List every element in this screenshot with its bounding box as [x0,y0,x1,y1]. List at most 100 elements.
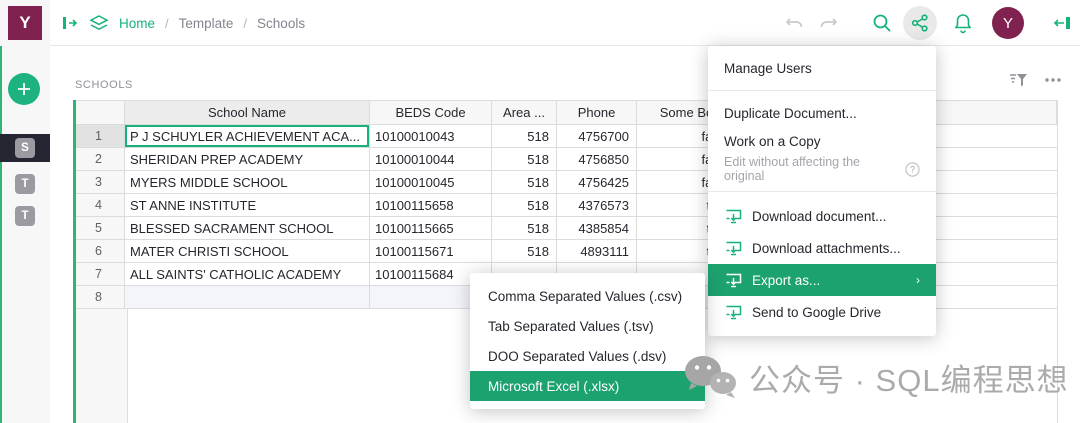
cell-area-code[interactable]: 518 [492,148,557,170]
cell-beds-code[interactable]: 10100115671 [370,240,492,262]
page-initial: T [15,206,35,226]
cell-school-name[interactable]: MYERS MIDDLE SCHOOL [125,171,370,193]
open-left-panel-icon[interactable] [62,15,79,31]
menu-item-download-document[interactable]: Download document... [708,200,936,232]
search-icon[interactable] [870,11,894,35]
cell-phone[interactable]: 4756850 [557,148,637,170]
breadcrumb-separator: / [165,16,169,31]
cell-phone[interactable]: 4376573 [557,194,637,216]
cell-phone[interactable]: 4893111 [557,240,637,262]
section-toolbar [1009,72,1062,88]
top-header: Y Home / Template / Schools [0,0,1080,46]
bell-icon[interactable] [951,11,975,35]
org-logo[interactable]: Y [8,6,42,40]
cell-beds-code[interactable]: 10100010045 [370,171,492,193]
download-icon [724,207,742,225]
menu-item-label: Comma Separated Values (.csv) [488,289,687,304]
breadcrumb-workspace[interactable]: Template [179,16,234,31]
row-number-header[interactable] [73,101,125,124]
redo-icon[interactable] [816,11,840,35]
menu-item-label: Send to Google Drive [752,305,920,320]
cell-area-code[interactable]: 518 [492,171,557,193]
cell-beds-code[interactable]: 10100115665 [370,217,492,239]
column-header-beds-code[interactable]: BEDS Code [370,101,492,124]
row-number[interactable]: 6 [73,240,125,262]
export-submenu: Comma Separated Values (.csv) Tab Separa… [470,273,705,409]
cell-school-name[interactable]: BLESSED SACRAMENT SCHOOL [125,217,370,239]
menu-item-label: Duplicate Document... [724,106,920,121]
menu-hint-label: Edit without affecting the original [724,155,897,183]
cell-area-code[interactable]: 518 [492,194,557,216]
breadcrumb-home[interactable]: Home [119,16,155,31]
menu-item-send-to-google-drive[interactable]: Send to Google Drive [708,296,936,328]
row-number[interactable]: 3 [73,171,125,193]
submenu-item-dsv[interactable]: DOO Separated Values (.dsv) [470,341,705,371]
menu-item-work-on-copy[interactable]: Work on a Copy [708,127,936,155]
download-icon [724,271,742,289]
row-number[interactable]: 2 [73,148,125,170]
row-number[interactable]: 4 [73,194,125,216]
left-rail-accent [0,46,2,423]
menu-item-label: DOO Separated Values (.dsv) [488,349,687,364]
sidebar-page-t2[interactable]: T [0,202,50,230]
undo-icon[interactable] [783,11,807,35]
column-header-school-name[interactable]: School Name [125,101,370,124]
menu-item-duplicate-document[interactable]: Duplicate Document... [708,99,936,127]
submenu-item-tsv[interactable]: Tab Separated Values (.tsv) [470,311,705,341]
row-number-column-extension [76,309,128,423]
cell-school-name[interactable]: MATER CHRISTI SCHOOL [125,240,370,262]
app-window: Y Home / Template / Schools [0,0,1080,423]
menu-item-download-attachments[interactable]: Download attachments... [708,232,936,264]
cell-school-name[interactable]: ALL SAINTS' CATHOLIC ACADEMY [125,263,370,285]
menu-item-edit-hint: Edit without affecting the original ? [708,155,936,183]
add-page-button[interactable] [8,73,40,105]
row-number[interactable]: 1 [73,125,125,147]
menu-item-export-as[interactable]: Export as... › [708,264,936,296]
menu-item-label: Download attachments... [752,241,920,256]
menu-divider [708,90,936,91]
column-header-area-code[interactable]: Area ... [492,101,557,124]
logo-container: Y [0,0,50,46]
sidebar-page-t1[interactable]: T [0,170,50,198]
row-number[interactable]: 8 [73,286,125,308]
cell-school-name[interactable]: ST ANNE INSTITUTE [125,194,370,216]
menu-item-manage-users[interactable]: Manage Users [708,54,936,82]
avatar[interactable]: Y [992,7,1024,39]
row-number[interactable]: 5 [73,217,125,239]
submenu-item-xlsx[interactable]: Microsoft Excel (.xlsx) [470,371,705,401]
breadcrumb-page[interactable]: Schools [257,16,305,31]
section-title: SCHOOLS [75,79,133,91]
menu-item-label: Work on a Copy [724,134,920,149]
download-icon [724,303,742,321]
watermark-text: 公众号 · SQL编程思想 [749,355,1069,400]
wechat-icon [683,354,737,400]
filter-icon[interactable] [1009,72,1028,88]
left-rail: S T T [0,46,50,423]
cell-phone[interactable]: 4756425 [557,171,637,193]
cell-phone[interactable]: 4385854 [557,217,637,239]
breadcrumb-separator: / [243,16,247,31]
menu-item-label: Manage Users [724,61,920,76]
cell-area-code[interactable]: 518 [492,217,557,239]
more-icon[interactable] [1044,72,1062,88]
cell-area-code[interactable]: 518 [492,240,557,262]
cell-phone[interactable]: 4756700 [557,125,637,147]
sidebar-page-schools[interactable]: S [0,134,50,162]
share-icon[interactable] [903,6,937,40]
cell-school-name-selected[interactable]: P J SCHUYLER ACHIEVEMENT ACA... [125,125,370,147]
collapse-right-panel-icon[interactable] [1050,11,1074,35]
menu-item-label: Export as... [752,273,906,288]
page-initial: S [15,138,35,158]
submenu-item-csv[interactable]: Comma Separated Values (.csv) [470,281,705,311]
cell-beds-code[interactable]: 10100010043 [370,125,492,147]
breadcrumb: Home / Template / Schools [62,0,305,46]
pages-icon[interactable] [89,14,109,32]
cell-beds-code[interactable]: 10100010044 [370,148,492,170]
cell-beds-code[interactable]: 10100115658 [370,194,492,216]
cell-school-name[interactable]: SHERIDAN PREP ACADEMY [125,148,370,170]
cell-school-name[interactable] [125,286,370,308]
cell-area-code[interactable]: 518 [492,125,557,147]
help-icon[interactable]: ? [905,162,920,177]
column-header-phone[interactable]: Phone [557,101,637,124]
row-number[interactable]: 7 [73,263,125,285]
